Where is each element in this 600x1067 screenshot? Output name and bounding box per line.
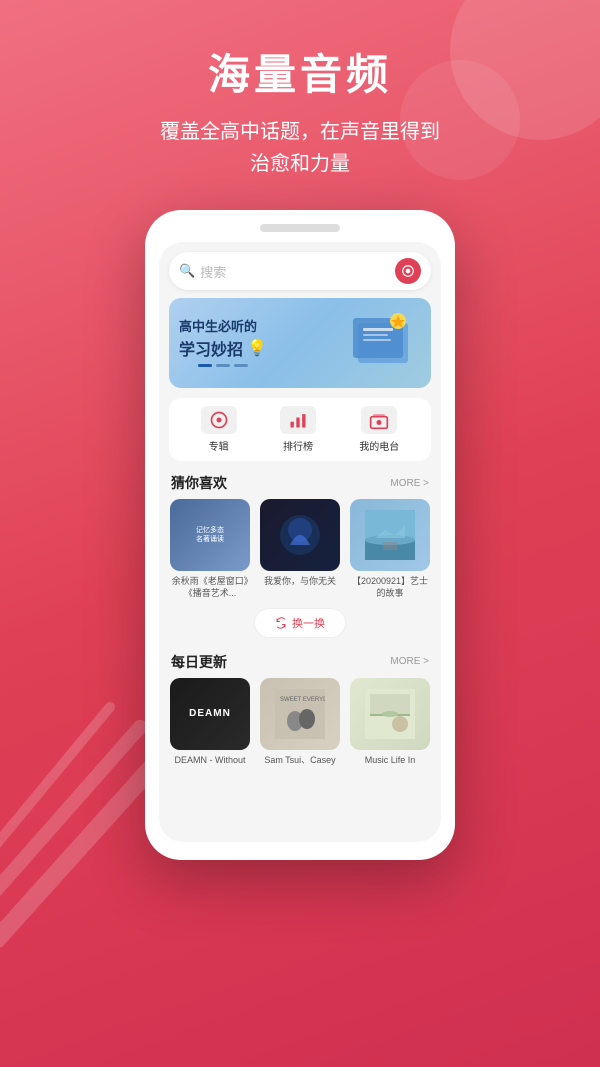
daily-card-1[interactable]: DEAMN DEAMN - Without	[169, 678, 251, 767]
background: 海量音频 覆盖全高中话题，在声音里得到 治愈和力量 🔍 搜索	[0, 0, 600, 1067]
quick-item-ranking[interactable]: 排行榜	[280, 406, 316, 453]
daily-section-header: 每日更新 MORE >	[159, 648, 441, 678]
recommend-title: 猜你喜欢	[171, 473, 227, 493]
recommend-more[interactable]: MORE >	[390, 478, 429, 489]
quick-item-myradio[interactable]: 我的电台	[359, 406, 399, 453]
banner-text: 高中生必听的 学习妙招 💡	[179, 319, 267, 367]
recommend-label-1: 余秋雨《老屋窗口》《播音艺术...	[170, 576, 250, 599]
refresh-icon	[275, 617, 287, 629]
recommend-thumb-1: 记忆多态名著诵读	[170, 499, 250, 571]
banner-dot-1	[198, 364, 212, 367]
refresh-label: 换一换	[292, 615, 325, 631]
phone-notch	[260, 224, 340, 232]
ranking-icon	[280, 406, 316, 434]
banner-dots	[179, 364, 267, 367]
main-title: 海量音频	[0, 50, 600, 100]
banner[interactable]: 高中生必听的 学习妙招 💡	[169, 298, 431, 388]
banner-dot-2	[216, 364, 230, 367]
recommend-label-2: 我爱你，与你无关	[264, 576, 336, 588]
myradio-icon	[361, 406, 397, 434]
daily-thumb-2: SWEET EVERYDAY	[260, 678, 340, 750]
recommend-card-3[interactable]: 【20200921】艺士的故事	[349, 499, 431, 599]
banner-dot-3	[234, 364, 248, 367]
recommend-thumb-3	[350, 499, 430, 571]
header-section: 海量音频 覆盖全高中话题，在声音里得到 治愈和力量	[0, 0, 600, 180]
daily-card-grid: DEAMN DEAMN - Without SWEET EVERYDAY	[159, 678, 441, 767]
search-input[interactable]: 搜索	[200, 262, 395, 281]
daily-thumb-1: DEAMN	[170, 678, 250, 750]
daily-label-2: Sam Tsui、Casey	[264, 755, 335, 767]
phone-mockup: 🔍 搜索 高中生必听的 学习妙招 💡	[145, 210, 455, 860]
daily-more[interactable]: MORE >	[390, 656, 429, 667]
daily-thumb-3	[350, 678, 430, 750]
deamn-text: DEAMN	[189, 708, 231, 719]
daily-label-3: Music Life In	[365, 755, 416, 767]
album-icon	[201, 406, 237, 434]
phone-screen: 🔍 搜索 高中生必听的 学习妙招 💡	[159, 242, 441, 842]
daily-card-3[interactable]: Music Life In	[349, 678, 431, 767]
phone-wrapper: 🔍 搜索 高中生必听的 学习妙招 💡	[0, 210, 600, 860]
recommend-thumb-2	[260, 499, 340, 571]
search-icon: 🔍	[179, 263, 195, 279]
banner-title: 高中生必听的	[179, 319, 267, 336]
svg-text:SWEET EVERYDAY: SWEET EVERYDAY	[280, 697, 325, 703]
search-bar[interactable]: 🔍 搜索	[169, 252, 431, 290]
daily-card-2[interactable]: SWEET EVERYDAY Sam Tsui、Casey	[259, 678, 341, 767]
refresh-button[interactable]: 换一换	[254, 608, 346, 638]
daily-label-1: DEAMN - Without	[174, 755, 245, 767]
ranking-label: 排行榜	[283, 438, 313, 453]
recommend-label-3: 【20200921】艺士的故事	[350, 576, 430, 599]
banner-illustration	[343, 303, 423, 383]
sub-title-line1: 覆盖全高中话题，在声音里得到	[160, 121, 440, 143]
banner-subtitle: 学习妙招 💡	[179, 336, 267, 360]
quick-menu: 专辑 排行榜	[169, 398, 431, 461]
album-label: 专辑	[209, 438, 229, 453]
daily-title: 每日更新	[171, 652, 227, 672]
sub-title-line2: 治愈和力量	[250, 153, 350, 175]
sub-title: 覆盖全高中话题，在声音里得到 治愈和力量	[0, 116, 600, 180]
myradio-label: 我的电台	[359, 438, 399, 453]
recommend-card-1[interactable]: 记忆多态名著诵读 余秋雨《老屋窗口》《播音艺术...	[169, 499, 251, 599]
quick-item-album[interactable]: 专辑	[201, 406, 237, 453]
recommend-card-2[interactable]: 我爱你，与你无关	[259, 499, 341, 599]
radio-icon[interactable]	[395, 258, 421, 284]
recommend-section-header: 猜你喜欢 MORE >	[159, 469, 441, 499]
banner-decoration	[343, 303, 423, 383]
recommend-card-grid: 记忆多态名著诵读 余秋雨《老屋窗口》《播音艺术...	[159, 499, 441, 599]
